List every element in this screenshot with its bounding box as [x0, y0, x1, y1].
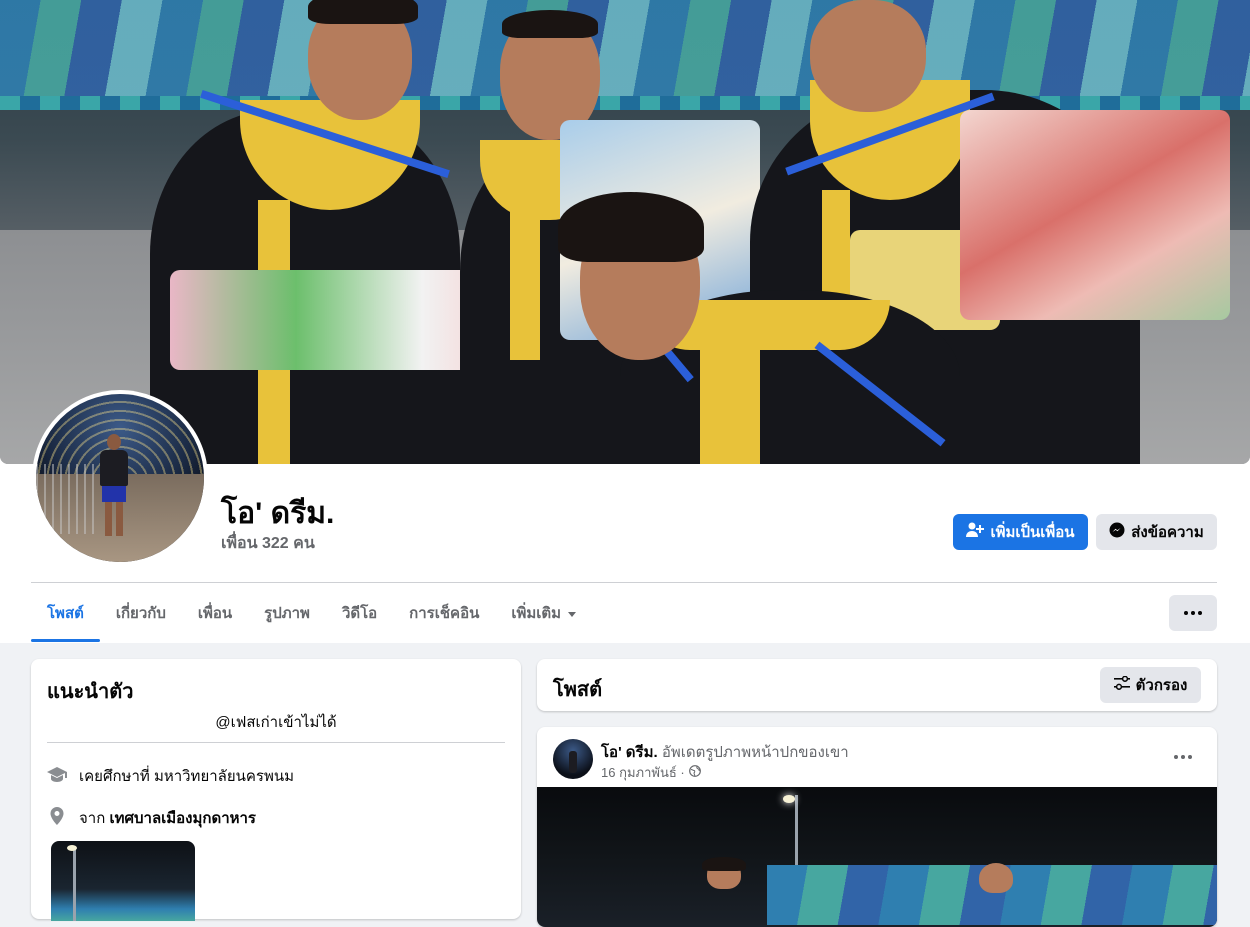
- ellipsis-icon: [1174, 755, 1192, 759]
- featured-photo[interactable]: [51, 841, 195, 921]
- add-friend-label: เพิ่มเป็นเพื่อน: [990, 524, 1075, 541]
- tab-more[interactable]: เพิ่มเติม: [495, 584, 593, 642]
- post-author-avatar[interactable]: [553, 739, 593, 779]
- add-friend-button[interactable]: เพิ่มเป็นเพื่อน: [953, 514, 1088, 550]
- profile-more-button[interactable]: [1169, 595, 1217, 631]
- profile-avatar[interactable]: [36, 394, 204, 562]
- post-options-button[interactable]: [1167, 741, 1199, 773]
- message-label: ส่งข้อความ: [1131, 524, 1204, 541]
- school-link[interactable]: มหาวิทยาลัยนครพนม: [154, 768, 294, 785]
- person-plus-icon: [966, 522, 985, 542]
- filter-button[interactable]: ตัวกรอง: [1100, 667, 1201, 703]
- map-pin-icon: [47, 806, 67, 830]
- posts-header-card: โพสต์ ตัวกรอง: [537, 659, 1217, 711]
- sliders-icon: [1113, 675, 1130, 694]
- messenger-icon: [1109, 522, 1125, 542]
- graduation-cap-icon: [47, 764, 67, 788]
- ellipsis-icon: [1184, 611, 1202, 615]
- tab-posts[interactable]: โพสต์: [31, 584, 100, 642]
- post-image[interactable]: [537, 787, 1217, 927]
- friends-count[interactable]: เพื่อน 322 คน: [221, 531, 315, 556]
- cover-canopy: [0, 0, 1250, 110]
- tab-videos[interactable]: วิดีโอ: [326, 584, 393, 642]
- post-card: โอ' ดรีม. อัพเดตรูปภาพหน้าปกของเขา 16 กุ…: [537, 727, 1217, 927]
- tab-friends[interactable]: เพื่อน: [182, 584, 248, 642]
- profile-name: โอ' ดรีม.: [221, 497, 335, 530]
- post-author-name[interactable]: โอ' ดรีม.: [601, 744, 658, 761]
- caret-down-icon: [567, 605, 577, 622]
- message-button[interactable]: ส่งข้อความ: [1096, 514, 1217, 550]
- posts-title: โพสต์: [553, 679, 603, 701]
- tab-about[interactable]: เกี่ยวกับ: [100, 584, 182, 642]
- hometown-row: จาก เทศบาลเมืองมุกดาหาร: [47, 806, 256, 830]
- post-action: อัพเดตรูปภาพหน้าปกของเขา: [661, 744, 849, 761]
- post-date[interactable]: 16 กุมภาพันธ์ ·: [601, 762, 685, 783]
- tab-photos[interactable]: รูปภาพ: [248, 584, 326, 642]
- tab-checkins[interactable]: การเช็คอิน: [393, 584, 495, 642]
- profile-header: โอ' ดรีม. เพื่อน 322 คน เพิ่มเป็นเพื่อน …: [0, 0, 1250, 643]
- education-row: เคยศึกษาที่ มหาวิทยาลัยนครพนม: [47, 764, 294, 788]
- profile-tabs: โพสต์ เกี่ยวกับ เพื่อน รูปภาพ วิดีโอ การ…: [31, 584, 593, 642]
- header-divider: [31, 582, 1217, 583]
- globe-icon: [688, 765, 701, 780]
- filter-label: ตัวกรอง: [1135, 677, 1188, 694]
- intro-bio: @เฟสเก่าเข้าไม่ได้: [215, 714, 337, 731]
- hometown-link[interactable]: เทศบาลเมืองมุกดาหาร: [109, 810, 256, 827]
- intro-title: แนะนำตัว: [47, 681, 134, 703]
